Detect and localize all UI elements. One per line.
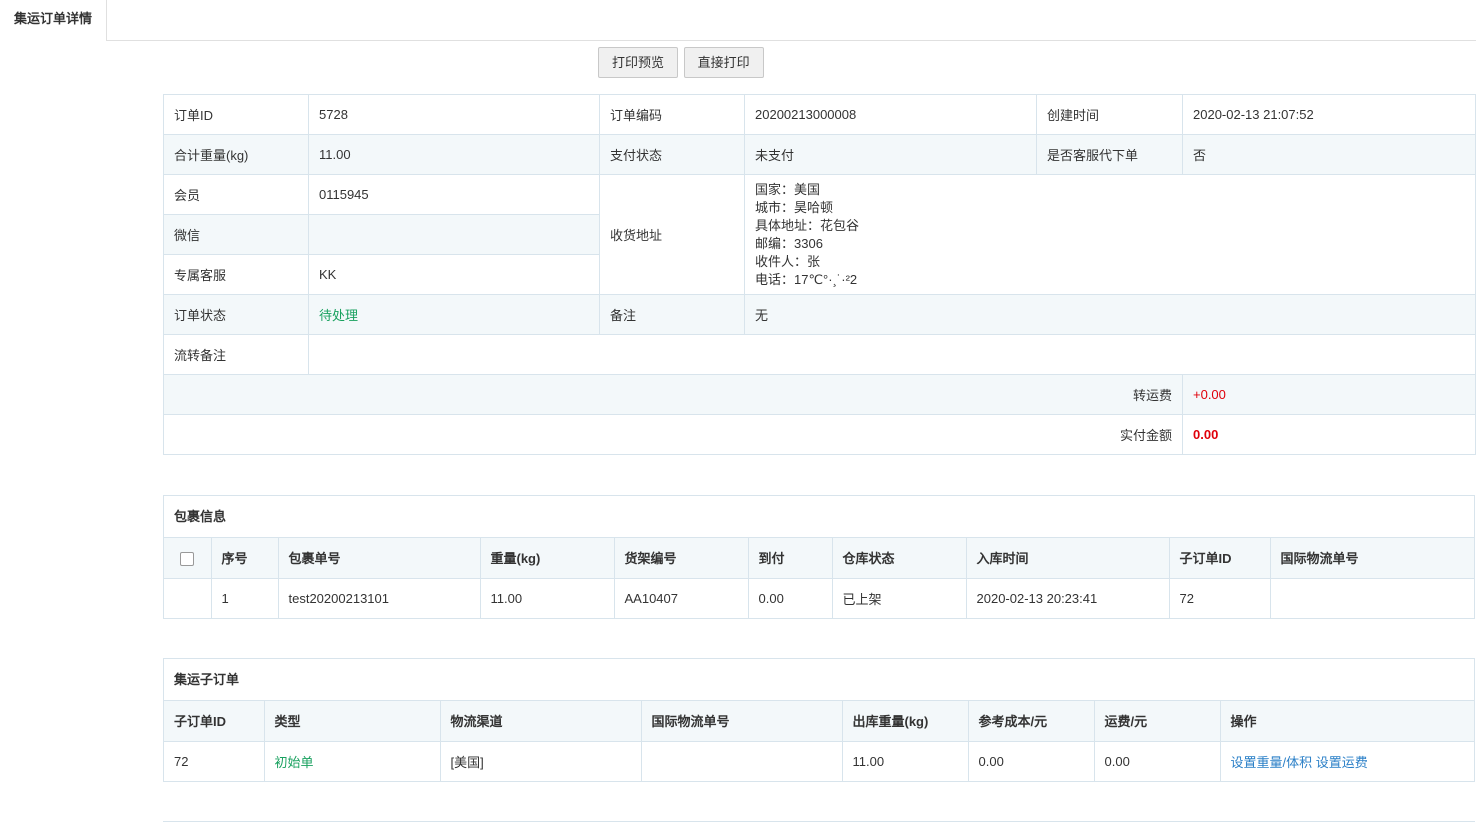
address-recipient: 收件人：张 — [755, 253, 821, 269]
row-checkbox-cell — [164, 578, 212, 618]
proxy-order-value: 否 — [1182, 134, 1476, 175]
pay-status-label: 支付状态 — [599, 134, 745, 175]
flow-remark-value — [308, 334, 1476, 375]
sub-order-table: 子订单ID 类型 物流渠道 国际物流单号 出库重量(kg) 参考成本/元 运费/… — [164, 701, 1474, 781]
col-in-time: 入库时间 — [965, 538, 1170, 579]
package-intl-tracking — [1269, 578, 1474, 618]
order-id-value: 5728 — [308, 94, 600, 135]
toolbar: 打印预览 直接打印 — [598, 47, 766, 78]
proxy-order-label: 是否客服代下单 — [1036, 134, 1183, 175]
transfer-fee-label: 转运费 — [163, 374, 1183, 415]
sub-order-intl-tracking — [640, 741, 843, 781]
package-sub-order-id: 72 — [1168, 578, 1271, 618]
col-freight: 运费/元 — [1093, 701, 1221, 742]
member-value: 0115945 — [308, 174, 600, 215]
paid-amount-label: 实付金额 — [163, 414, 1183, 455]
tab-active-indicator — [0, 39, 106, 41]
package-table: 序号 包裹单号 重量(kg) 货架编号 到付 仓库状态 入库时间 子订单ID 国… — [164, 538, 1474, 618]
wechat-label: 微信 — [163, 214, 309, 255]
sub-order-actions: 设置重量/体积 设置运费 — [1219, 741, 1474, 781]
set-freight-link[interactable]: 设置运费 — [1316, 755, 1368, 770]
col-weight: 重量(kg) — [479, 538, 615, 579]
address-label: 收货地址 — [599, 174, 745, 295]
package-weight: 11.00 — [479, 578, 615, 618]
col-ref-cost: 参考成本/元 — [967, 701, 1095, 742]
service-value: KK — [308, 254, 600, 295]
order-status-value: 待处理 — [308, 294, 600, 335]
member-label: 会员 — [163, 174, 309, 215]
set-weight-volume-link[interactable]: 设置重量/体积 — [1231, 755, 1313, 770]
col-warehouse-status: 仓库状态 — [831, 538, 967, 579]
col-shelf: 货架编号 — [613, 538, 749, 579]
address-zip: 邮编：3306 — [755, 235, 823, 251]
table-row: 1 test20200213101 11.00 AA10407 0.00 已上架… — [164, 578, 1474, 618]
direct-print-button[interactable]: 直接打印 — [683, 47, 764, 78]
select-all-cell — [164, 538, 212, 579]
col-intl-tracking: 国际物流单号 — [1269, 538, 1474, 579]
package-in-time: 2020-02-13 20:23:41 — [965, 578, 1170, 618]
pay-status-value: 未支付 — [744, 134, 1037, 175]
service-label: 专属客服 — [163, 254, 309, 295]
package-status: 已上架 — [831, 578, 967, 618]
address-country: 国家：美国 — [755, 181, 821, 197]
col-actions: 操作 — [1219, 701, 1474, 742]
address-detail: 具体地址：花包谷 — [755, 217, 860, 233]
sub-order-channel: [美国] — [439, 741, 642, 781]
package-cod: 0.00 — [747, 578, 833, 618]
flow-remark-label: 流转备注 — [163, 334, 309, 375]
package-shelf: AA10407 — [613, 578, 749, 618]
col-cod: 到付 — [747, 538, 833, 579]
address-phone: 电话：17℃°·¸˙·²2 — [755, 271, 858, 287]
col-channel: 物流渠道 — [439, 701, 642, 742]
sub-order-type: 初始单 — [263, 741, 441, 781]
select-all-checkbox[interactable] — [180, 551, 195, 566]
tab-order-detail[interactable]: 集运订单详情 — [0, 0, 107, 40]
col-package-no: 包裹单号 — [277, 538, 481, 579]
tab-bar: 集运订单详情 — [0, 0, 1476, 41]
order-info-table: 订单ID 5728 订单编码 20200213000008 创建时间 2020-… — [163, 94, 1476, 455]
address-city: 城市：昊哈顿 — [755, 199, 834, 215]
sub-order-freight: 0.00 — [1093, 741, 1221, 781]
col-intl-tracking: 国际物流单号 — [640, 701, 843, 742]
order-id-label: 订单ID — [163, 94, 309, 135]
created-time-value: 2020-02-13 21:07:52 — [1182, 94, 1476, 135]
transfer-fee-value: +0.00 — [1182, 374, 1476, 415]
sub-order-title: 集运子订单 — [164, 659, 1474, 701]
sub-order-id: 72 — [164, 741, 265, 781]
next-panel-edge — [163, 821, 1475, 825]
package-info-title: 包裹信息 — [164, 496, 1474, 538]
order-status-label: 订单状态 — [163, 294, 309, 335]
order-code-value: 20200213000008 — [744, 94, 1037, 135]
address-value: 国家：美国 城市：昊哈顿 具体地址：花包谷 邮编：3306 收件人：张 电话：1… — [744, 174, 1476, 295]
total-weight-value: 11.00 — [308, 134, 600, 175]
remark-value: 无 — [744, 294, 1476, 335]
remark-label: 备注 — [599, 294, 745, 335]
col-sub-order-id: 子订单ID — [1168, 538, 1271, 579]
wechat-value — [308, 214, 600, 255]
col-type: 类型 — [263, 701, 441, 742]
created-time-label: 创建时间 — [1036, 94, 1183, 135]
col-out-weight: 出库重量(kg) — [841, 701, 969, 742]
order-code-label: 订单编码 — [599, 94, 745, 135]
paid-amount-value: 0.00 — [1182, 414, 1476, 455]
print-preview-button[interactable]: 打印预览 — [598, 47, 679, 78]
total-weight-label: 合计重量(kg) — [163, 134, 309, 175]
col-index: 序号 — [210, 538, 279, 579]
package-no: test20200213101 — [277, 578, 481, 618]
sub-order-cost: 0.00 — [967, 741, 1095, 781]
package-info-panel: 包裹信息 序号 包裹单号 重量(kg) 货架编号 到付 仓库状态 入库时间 子订… — [163, 495, 1475, 619]
sub-order-panel: 集运子订单 子订单ID 类型 物流渠道 国际物流单号 出库重量(kg) 参考成本… — [163, 658, 1475, 782]
sub-order-out-weight: 11.00 — [841, 741, 969, 781]
table-row: 72 初始单 [美国] 11.00 0.00 0.00 设置重量/体积 设置运费 — [164, 741, 1474, 781]
col-sub-order-id: 子订单ID — [164, 701, 265, 742]
package-index: 1 — [210, 578, 279, 618]
